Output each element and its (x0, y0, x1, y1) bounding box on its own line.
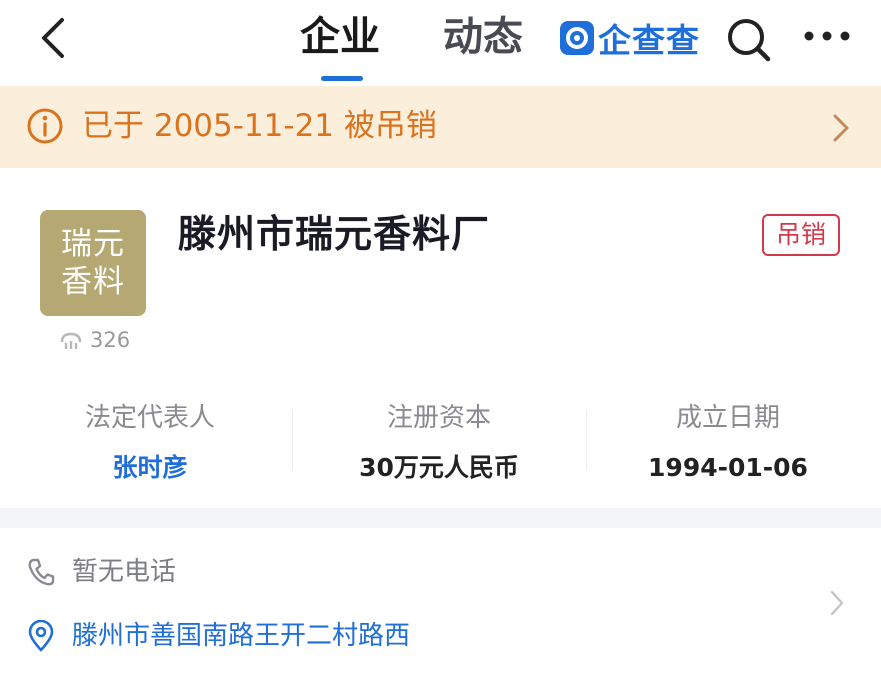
more-options-icon[interactable] (802, 26, 852, 46)
search-icon[interactable] (724, 16, 774, 64)
registered-capital-field: 注册资本 30万元人民币 (289, 400, 589, 486)
tab-company[interactable]: 企业 (300, 12, 380, 62)
legal-representative-field: 法定代表人 张时彦 (0, 400, 300, 486)
revoked-notice-banner[interactable]: 已于 2005-11-21 被吊销 (0, 86, 881, 168)
qichacha-logo-icon (560, 21, 594, 55)
registered-capital-label: 注册资本 (386, 403, 491, 433)
phone-row[interactable]: 暂无电话 (26, 552, 176, 592)
established-date-value: 1994-01-06 (648, 453, 808, 482)
status-badge: 吊销 (762, 214, 840, 256)
company-name: 滕州市瑞元香料厂 (178, 212, 491, 256)
company-logo-text: 瑞元 香料 (53, 225, 133, 301)
company-card: 瑞元 香料 326 滕州市瑞元香料厂 吊销 法定代表人 张时彦 注册资本 30万… (0, 168, 881, 508)
active-tab-indicator (321, 76, 363, 81)
back-arrow-icon[interactable] (34, 14, 74, 62)
heat-icon (60, 332, 82, 349)
address-link[interactable]: 滕州市善国南路王开二村路西 (72, 616, 410, 656)
info-icon (27, 108, 63, 144)
contact-card: 暂无电话 滕州市善国南路王开二村路西 (0, 528, 881, 680)
brand-name: 企查查 (598, 21, 700, 60)
logo-text-line-1: 瑞元 (61, 226, 125, 262)
phone-icon (28, 558, 55, 586)
chevron-right-icon (833, 114, 849, 142)
location-pin-icon (28, 620, 54, 652)
phone-text: 暂无电话 (72, 557, 177, 587)
registered-capital-value: 30万元人民币 (359, 453, 519, 482)
brand-logo: 企查查 (560, 18, 700, 60)
view-count-value: 326 (90, 328, 131, 352)
logo-text-line-2: 香料 (61, 264, 125, 300)
view-count: 326 (58, 328, 130, 352)
revoked-notice-text: 已于 2005-11-21 被吊销 (82, 108, 437, 144)
company-logo[interactable]: 瑞元 香料 (40, 210, 146, 316)
tab-dynamics[interactable]: 动态 (443, 12, 523, 62)
legal-representative-label: 法定代表人 (84, 403, 215, 433)
chevron-right-icon[interactable] (828, 588, 846, 618)
established-date-field: 成立日期 1994-01-06 (578, 400, 878, 486)
established-date-label: 成立日期 (675, 403, 780, 433)
top-nav-bar: 企业 动态 企查查 (0, 0, 881, 86)
address-row[interactable]: 滕州市善国南路王开二村路西 (26, 616, 410, 656)
legal-representative-link[interactable]: 张时彦 (0, 450, 300, 486)
